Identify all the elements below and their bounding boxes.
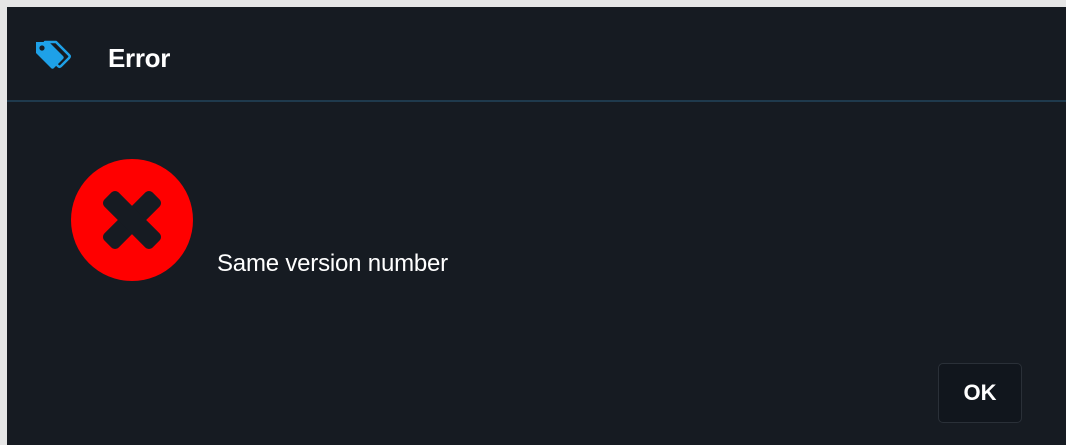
tags-icon [33,39,73,73]
ok-button[interactable]: OK [938,363,1022,423]
dialog-title: Error [108,43,171,73]
error-message: Same version number [217,250,448,277]
dialog-titlebar: Error [7,7,1066,102]
error-dialog: Error Same version number OK [7,7,1066,445]
error-x-icon [70,158,194,282]
